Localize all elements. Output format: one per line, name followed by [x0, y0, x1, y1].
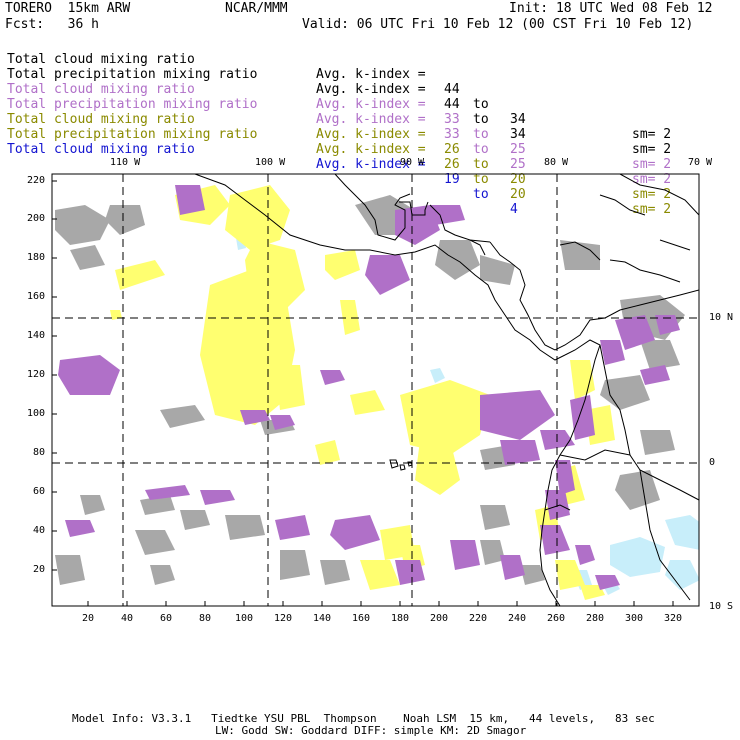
left-tick-label: 40 [33, 525, 46, 536]
bottom-tick-label: 160 [352, 613, 371, 624]
bottom-tick-label: 300 [625, 613, 644, 624]
left-tick-label: 120 [27, 369, 46, 380]
top-lon-label: 100 W [255, 157, 286, 168]
right-lat-label: 10 N [709, 312, 734, 323]
bottom-tick-label: 120 [274, 613, 293, 624]
bottom-tick-label: 220 [469, 613, 488, 624]
left-tick-label: 220 [27, 175, 46, 186]
bottom-tick-label: 240 [508, 613, 527, 624]
right-lat-label: 0 [709, 457, 716, 468]
bottom-tick-label: 260 [547, 613, 566, 624]
top-lon-label: 90 W [400, 157, 425, 168]
bottom-tick-label: 60 [160, 613, 173, 624]
bottom-tick-label: 40 [121, 613, 134, 624]
field-layer [55, 185, 699, 600]
left-tick-label: 80 [33, 447, 46, 458]
bottom-tick-label: 280 [586, 613, 605, 624]
right-lat-label: 10 S [709, 601, 734, 612]
left-tick-label: 20 [33, 564, 46, 575]
bottom-tick-label: 100 [235, 613, 254, 624]
bottom-tick-label: 320 [664, 613, 683, 624]
left-tick-label: 180 [27, 252, 46, 263]
left-tick-label: 100 [27, 408, 46, 419]
bottom-tick-label: 80 [199, 613, 212, 624]
top-lon-label: 80 W [544, 157, 569, 168]
top-lon-label: 110 W [110, 157, 141, 168]
bottom-tick-label: 20 [82, 613, 95, 624]
left-tick-label: 200 [27, 213, 46, 224]
left-tick-label: 60 [33, 486, 46, 497]
bottom-tick-label: 200 [430, 613, 449, 624]
physics-info: LW: Godd SW: Goddard DIFF: simple KM: 2D… [215, 724, 527, 737]
top-lon-label: 70 W [688, 157, 713, 168]
forecast-map [51, 173, 700, 607]
bottom-tick-label: 140 [313, 613, 332, 624]
bottom-tick-label: 180 [391, 613, 410, 624]
left-tick-label: 160 [27, 291, 46, 302]
left-tick-label: 140 [27, 330, 46, 341]
